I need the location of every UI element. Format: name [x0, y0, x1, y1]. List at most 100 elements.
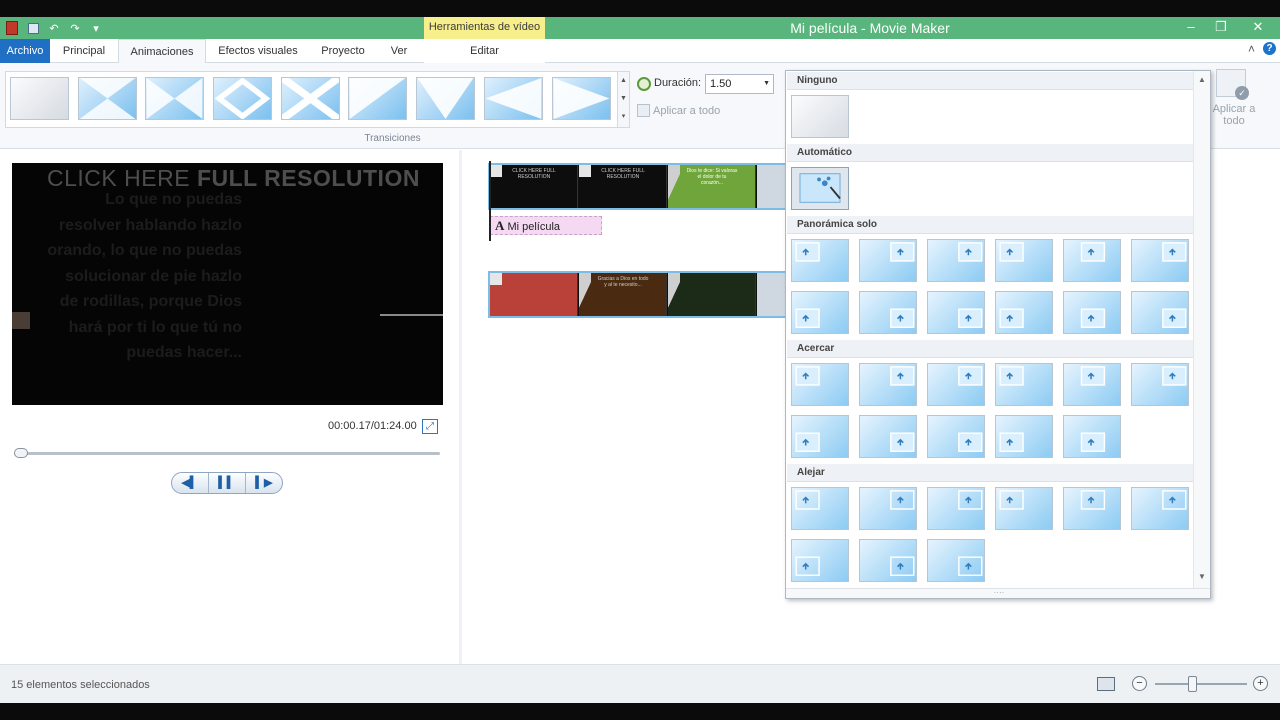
zoom-in-option[interactable] — [927, 415, 985, 458]
zoom-in-option[interactable] — [1131, 363, 1189, 406]
tab-ver[interactable]: Ver — [378, 39, 420, 63]
zoom-in-option[interactable] — [859, 363, 917, 406]
zoom-out-option[interactable] — [995, 487, 1053, 530]
playhead[interactable] — [489, 161, 491, 241]
seek-thumb[interactable] — [14, 448, 28, 458]
undo-icon[interactable]: ↶ — [45, 20, 63, 36]
zoom-out-option[interactable] — [791, 539, 849, 582]
pan-only-option[interactable] — [859, 291, 917, 334]
clip-frame[interactable] — [757, 273, 786, 316]
clip-strip-row2[interactable]: Gracias a Dios en todo y al te necesito.… — [488, 271, 788, 318]
pan-only-option[interactable] — [791, 291, 849, 334]
tab-archivo[interactable]: Archivo — [0, 39, 50, 63]
fullscreen-icon[interactable]: ⤢ — [422, 419, 438, 434]
gallery-up-icon[interactable]: ▲ — [618, 72, 629, 90]
window-controls: – ❐ ✕ — [1176, 17, 1280, 39]
clip-frame[interactable] — [490, 273, 578, 316]
minimize-ribbon-icon[interactable]: ˄ — [1248, 42, 1255, 56]
transition-chevron-right[interactable] — [552, 77, 611, 120]
transition-diamond[interactable] — [213, 77, 272, 120]
clip-frame[interactable]: CLICK HERE FULL RESOLUTION — [490, 165, 578, 208]
zoom-in-option[interactable] — [1063, 415, 1121, 458]
pan-only-option[interactable] — [995, 239, 1053, 282]
clip-strip-row1[interactable]: CLICK HERE FULL RESOLUTION CLICK HERE FU… — [488, 163, 788, 210]
minimize-button[interactable]: – — [1176, 17, 1206, 39]
zoom-out-option[interactable] — [791, 487, 849, 530]
zoom-out-option[interactable] — [927, 539, 985, 582]
tab-efectos-visuales[interactable]: Efectos visuales — [208, 39, 308, 63]
pan-only-option[interactable] — [1131, 239, 1189, 282]
transition-bowtie-vertical[interactable] — [78, 77, 137, 120]
transition-bowtie-horizontal[interactable] — [145, 77, 204, 120]
gallery-scroll[interactable]: ▲ ▼ ▾ — [617, 72, 629, 127]
transition-chevron-left[interactable] — [484, 77, 543, 120]
redo-icon[interactable]: ↷ — [66, 20, 84, 36]
apply-all-button[interactable]: Aplicar a todo — [653, 105, 720, 117]
tab-principal[interactable]: Principal — [52, 39, 116, 63]
pan-only-option[interactable] — [1063, 239, 1121, 282]
gallery-down-icon[interactable]: ▼ — [618, 90, 629, 108]
zoom-out-option[interactable] — [859, 487, 917, 530]
seek-bar[interactable] — [14, 448, 440, 458]
save-icon[interactable] — [24, 20, 42, 36]
section-automatico: Automático — [787, 144, 1193, 162]
zoom-in-option[interactable] — [791, 415, 849, 458]
tab-editar[interactable]: Editar — [424, 39, 545, 63]
app-icon[interactable] — [3, 20, 21, 36]
tab-animaciones[interactable]: Animaciones — [118, 39, 206, 64]
zoom-slider-thumb[interactable] — [1188, 676, 1198, 692]
zoom-out-icon[interactable]: − — [1132, 676, 1147, 691]
pan-zoom-automatico[interactable] — [791, 167, 849, 210]
duration-select[interactable]: 1.50 ▼ — [705, 74, 774, 94]
transition-cross[interactable] — [281, 77, 340, 120]
clip-frame[interactable]: Gracias a Dios en todo y al te necesito.… — [579, 273, 667, 316]
pan-only-option[interactable] — [859, 239, 917, 282]
pan-zoom-ninguno[interactable] — [791, 95, 849, 138]
pan-only-option[interactable] — [927, 239, 985, 282]
pause-button[interactable]: ▍▍ — [208, 473, 245, 493]
clip-frame[interactable] — [757, 165, 786, 208]
scroll-down-icon[interactable]: ▼ — [1194, 570, 1210, 584]
zoom-in-option[interactable] — [791, 363, 849, 406]
transition-chevron-down[interactable] — [416, 77, 475, 120]
gallery-scrollbar[interactable]: ▲ ▼ — [1193, 71, 1210, 598]
gallery-more-icon[interactable]: ▾ — [618, 108, 629, 126]
pan-only-option[interactable] — [1131, 291, 1189, 334]
zoom-out-option[interactable] — [1131, 487, 1189, 530]
zoom-in-option[interactable] — [995, 415, 1053, 458]
zoom-slider-track[interactable] — [1155, 683, 1247, 685]
pan-only-option[interactable] — [927, 291, 985, 334]
customize-qat-icon[interactable]: ▾ — [87, 20, 105, 36]
apply-all-large-button[interactable]: Aplicar a todo — [1210, 103, 1258, 127]
clip-frame[interactable] — [668, 273, 756, 316]
zoom-in-icon[interactable]: + — [1253, 676, 1268, 691]
tab-proyecto[interactable]: Proyecto — [310, 39, 376, 63]
pan-only-option[interactable] — [791, 239, 849, 282]
clip-frame[interactable]: Dios te dice: Si valoras el dolor de tu … — [668, 165, 756, 208]
zoom-out-option[interactable] — [1063, 487, 1121, 530]
restore-button[interactable]: ❐ — [1206, 17, 1236, 39]
scroll-up-icon[interactable]: ▲ — [1194, 73, 1210, 87]
apply-all-large-icon[interactable]: ✓ — [1216, 69, 1249, 100]
zoom-in-option[interactable] — [1063, 363, 1121, 406]
zoom-in-option[interactable] — [859, 415, 917, 458]
clip-frame[interactable]: CLICK HERE FULL RESOLUTION — [579, 165, 667, 208]
previous-frame-button[interactable]: ◀▍ — [172, 473, 208, 493]
zoom-out-option[interactable] — [927, 487, 985, 530]
section-alejar: Alejar — [787, 464, 1193, 482]
zoom-in-option[interactable] — [995, 363, 1053, 406]
help-icon[interactable]: ? — [1263, 42, 1276, 55]
storyboard-view-icon[interactable] — [1097, 677, 1115, 691]
pan-only-option[interactable] — [995, 291, 1053, 334]
resize-grip[interactable]: ···· — [786, 588, 1210, 598]
caption-clip[interactable]: A Mi película — [490, 216, 602, 235]
pan-only-option[interactable] — [1063, 291, 1121, 334]
zoom-out-option[interactable] — [859, 539, 917, 582]
transition-diagonal[interactable] — [348, 77, 407, 120]
zoom-in-option[interactable] — [927, 363, 985, 406]
next-frame-button[interactable]: ▍▶ — [245, 473, 282, 493]
duration-value: 1.50 — [710, 78, 732, 90]
transition-none[interactable] — [10, 77, 69, 120]
close-button[interactable]: ✕ — [1236, 17, 1280, 39]
video-preview[interactable]: CLICK HERE FULL RESOLUTION Lo que no pue… — [12, 163, 443, 405]
